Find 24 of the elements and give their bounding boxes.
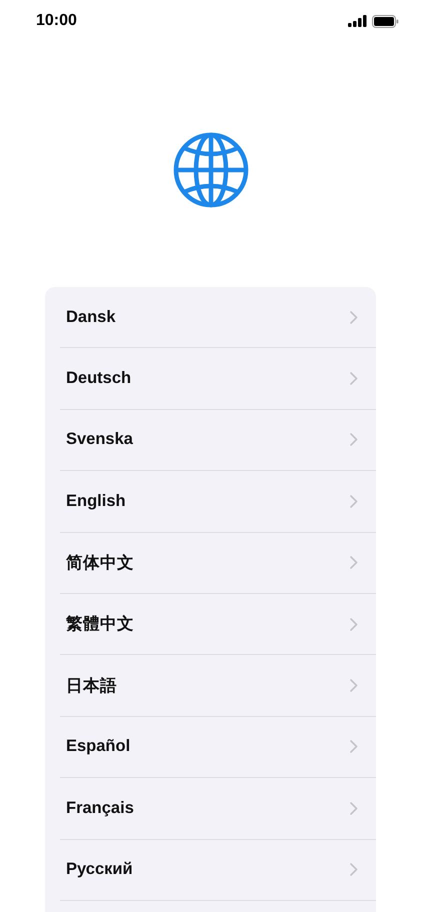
chevron-icon [350,372,358,386]
chevron-icon [350,433,358,446]
chevron-icon [350,679,358,692]
battery-icon [372,14,399,28]
chevron-icon [350,556,358,570]
chevron-icon [350,310,358,324]
language-row[interactable]: Русский [60,840,376,901]
chevron-icon [350,740,358,754]
language-row[interactable]: 简体中文 [60,532,376,594]
chevron-icon [350,802,358,815]
globe-icon [172,131,250,209]
status-time: 10:00 [36,12,77,30]
language-row[interactable]: English [60,471,376,533]
language-row[interactable]: Français [60,778,376,840]
signal-icon [348,15,367,27]
language-row[interactable]: 繁體中文 [60,594,376,656]
language-row[interactable]: 日本語 [60,655,376,717]
language-row[interactable]: Deutsch [60,348,376,410]
chevron-icon [350,618,358,631]
language-row[interactable]: Dansk [60,287,376,348]
language-row[interactable]: Español [60,716,376,778]
chevron-icon [350,494,358,508]
chevron-icon [350,863,358,876]
language-row[interactable]: Svenska [60,410,376,472]
